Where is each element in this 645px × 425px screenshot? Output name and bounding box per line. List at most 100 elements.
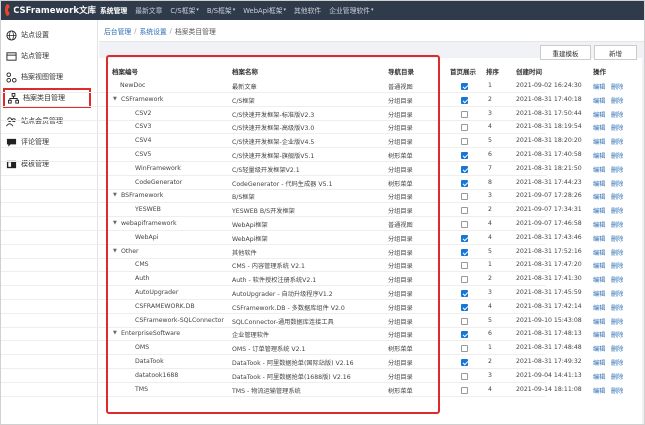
delete-link[interactable]: 删除: [611, 96, 623, 105]
edit-link[interactable]: 编辑: [593, 137, 605, 146]
table-row[interactable]: WebApi WebApi框架 分组目录 4 2021-08-31 17:43:46 编辑…: [0, 232, 623, 245]
home-display-checkbox[interactable]: [461, 248, 468, 256]
delete-link[interactable]: 删除: [611, 220, 623, 229]
table-row[interactable]: CMS CMS - 内容管理系统 V2.1 分组目录 1 2021-08-31 17:4…: [0, 259, 623, 273]
edit-link[interactable]: 编辑: [593, 165, 605, 174]
topnav-item[interactable]: C/S框架 ▾: [166, 0, 202, 20]
table-row[interactable]: CSV2 C/S快速开发框架-标准版V2.3 分组目录 3 2021-08-31 17:…: [0, 108, 623, 121]
topnav-item[interactable]: B/S框架 ▾: [203, 0, 239, 20]
table-row[interactable]: Auth Auth - 软件授权注册系统V2.1 分组目录 2 2021-08-31 1…: [0, 273, 623, 287]
table-row[interactable]: TMS TMS - 物流运输管理系统 树形菜单 4 2021-09-14 18:11:0…: [0, 384, 623, 397]
delete-link[interactable]: 删除: [611, 110, 623, 119]
home-display-checkbox[interactable]: [461, 96, 468, 104]
edit-link[interactable]: 编辑: [593, 386, 605, 395]
delete-link[interactable]: 删除: [611, 275, 623, 284]
home-display-checkbox[interactable]: [461, 152, 468, 159]
edit-link[interactable]: 编辑: [593, 372, 605, 381]
table-row[interactable]: CSFRAMEWORK.DB CSFramework.DB - 多数据库组件 V2…: [0, 301, 623, 314]
table-row[interactable]: OMS OMS - 订单管理系统 V2.1 树形菜单 1 2021-08-31 17:4…: [0, 342, 623, 356]
edit-link[interactable]: 编辑: [593, 317, 605, 326]
delete-link[interactable]: 删除: [611, 289, 623, 298]
home-display-checkbox[interactable]: [461, 290, 468, 297]
home-display-checkbox[interactable]: [461, 221, 468, 228]
home-display-checkbox[interactable]: [461, 372, 468, 380]
home-display-checkbox[interactable]: [461, 83, 468, 90]
delete-link[interactable]: 删除: [611, 344, 623, 353]
home-display-checkbox[interactable]: [461, 234, 468, 242]
sidebar-item[interactable]: 站点管理: [3, 46, 91, 66]
edit-link[interactable]: 编辑: [593, 123, 605, 132]
topnav-item[interactable]: 企业管理软件 ▾: [325, 0, 377, 20]
delete-link[interactable]: 删除: [611, 372, 623, 381]
table-row[interactable]: NewDoc 最新文章 普通视图 1 2021-09-02 16:24:30 编辑 删除: [0, 80, 623, 93]
topnav-item[interactable]: WebApi框架 ▾: [239, 0, 290, 20]
home-display-checkbox[interactable]: [461, 179, 468, 187]
delete-link[interactable]: 删除: [611, 386, 623, 395]
table-row[interactable]: CSV4 C/S快速开发框架-企业版V4.5 分组目录 5 2021-08-31 18:…: [0, 135, 623, 149]
tree-toggle-icon[interactable]: ▼: [113, 248, 117, 254]
rebuild-template-button[interactable]: 重建模板: [540, 45, 591, 60]
home-display-checkbox[interactable]: [461, 359, 468, 366]
delete-link[interactable]: 删除: [611, 179, 623, 188]
edit-link[interactable]: 编辑: [593, 248, 605, 257]
home-display-checkbox[interactable]: [461, 138, 468, 146]
delete-link[interactable]: 删除: [611, 151, 623, 160]
delete-link[interactable]: 删除: [611, 303, 623, 312]
table-row[interactable]: ▼ webapiframework WebApi框架 普通视图 4 2021-09-07 …: [0, 218, 623, 231]
home-display-checkbox[interactable]: [461, 165, 468, 173]
home-display-checkbox[interactable]: [461, 124, 468, 132]
table-row[interactable]: CodeGenerator CodeGenerator - 代码生成器 V5.1 树…: [0, 177, 623, 190]
delete-link[interactable]: 删除: [611, 123, 623, 132]
edit-link[interactable]: 编辑: [593, 289, 605, 298]
delete-link[interactable]: 删除: [611, 261, 623, 270]
delete-link[interactable]: 删除: [611, 206, 623, 215]
delete-link[interactable]: 删除: [611, 358, 623, 367]
edit-link[interactable]: 编辑: [593, 110, 605, 119]
table-row[interactable]: CSV3 C/S快速开发框架-高级版V3.0 分组目录 4 2021-08-31 18:…: [0, 121, 623, 135]
home-display-checkbox[interactable]: [461, 317, 468, 325]
delete-link[interactable]: 删除: [611, 137, 623, 146]
table-row[interactable]: DataTook DataTook - 阿里数据抢单(国际站版) V2.16 分组目…: [0, 356, 623, 369]
edit-link[interactable]: 编辑: [593, 179, 605, 188]
delete-link[interactable]: 删除: [611, 317, 623, 326]
edit-link[interactable]: 编辑: [593, 261, 605, 270]
home-display-checkbox[interactable]: [461, 345, 468, 353]
delete-link[interactable]: 删除: [611, 234, 623, 243]
delete-link[interactable]: 删除: [611, 82, 623, 91]
delete-link[interactable]: 删除: [611, 330, 623, 339]
topnav-item[interactable]: 系统管理: [96, 0, 131, 20]
edit-link[interactable]: 编辑: [593, 275, 605, 284]
table-row[interactable]: datatook1688 DataTook - 阿里数据抢单(1688版) V2.…: [0, 370, 623, 383]
delete-link[interactable]: 删除: [611, 248, 623, 257]
add-button[interactable]: 新增: [594, 45, 637, 60]
home-display-checkbox[interactable]: [461, 262, 468, 270]
edit-link[interactable]: 编辑: [593, 151, 605, 160]
table-row[interactable]: ▼ Other 其他软件 分组目录 5 2021-08-31 17:52:16 编辑 删除: [0, 246, 623, 259]
home-display-checkbox[interactable]: [461, 193, 468, 201]
table-row[interactable]: ▼ BSFramework B/S框架 分组目录 3 2021-09-07 17:28:2…: [0, 190, 623, 204]
edit-link[interactable]: 编辑: [593, 344, 605, 353]
topnav-item[interactable]: 其他软件: [290, 0, 325, 20]
breadcrumb-item-admin[interactable]: 后台管理: [104, 26, 131, 36]
table-row[interactable]: YESWEB YESWEB B/S开发框架 分组目录 2 2021-09-07 17:3…: [0, 204, 623, 218]
table-row[interactable]: ▼ CSFramework C/S框架 分组目录 2 2021-08-31 17:40:1…: [0, 94, 623, 107]
edit-link[interactable]: 编辑: [593, 330, 605, 339]
breadcrumb-item-settings[interactable]: 系统设置: [139, 26, 166, 36]
edit-link[interactable]: 编辑: [593, 206, 605, 215]
home-display-checkbox[interactable]: [461, 110, 468, 118]
edit-link[interactable]: 编辑: [593, 192, 605, 201]
tree-toggle-icon[interactable]: ▼: [113, 330, 117, 336]
home-display-checkbox[interactable]: [461, 207, 468, 215]
home-display-checkbox[interactable]: [461, 303, 468, 311]
tree-toggle-icon[interactable]: ▼: [113, 220, 117, 226]
topnav-item[interactable]: 最新文章: [131, 0, 166, 20]
tree-toggle-icon[interactable]: ▼: [113, 192, 117, 198]
edit-link[interactable]: 编辑: [593, 220, 605, 229]
tree-toggle-icon[interactable]: ▼: [113, 96, 117, 102]
edit-link[interactable]: 编辑: [593, 82, 605, 91]
table-row[interactable]: ▼ EnterpriseSoftware 企业管理软件 分组目录 6 2021-08-31…: [0, 328, 623, 342]
table-row[interactable]: WinFramework C/S轻量级开发框架V2.1 分组目录 7 2021-08-3…: [0, 163, 623, 176]
edit-link[interactable]: 编辑: [593, 303, 605, 312]
table-row[interactable]: CSV5 C/S快速开发框架-旗舰版V5.1 树形菜单 6 2021-08-31 17:…: [0, 149, 623, 162]
edit-link[interactable]: 编辑: [593, 234, 605, 243]
